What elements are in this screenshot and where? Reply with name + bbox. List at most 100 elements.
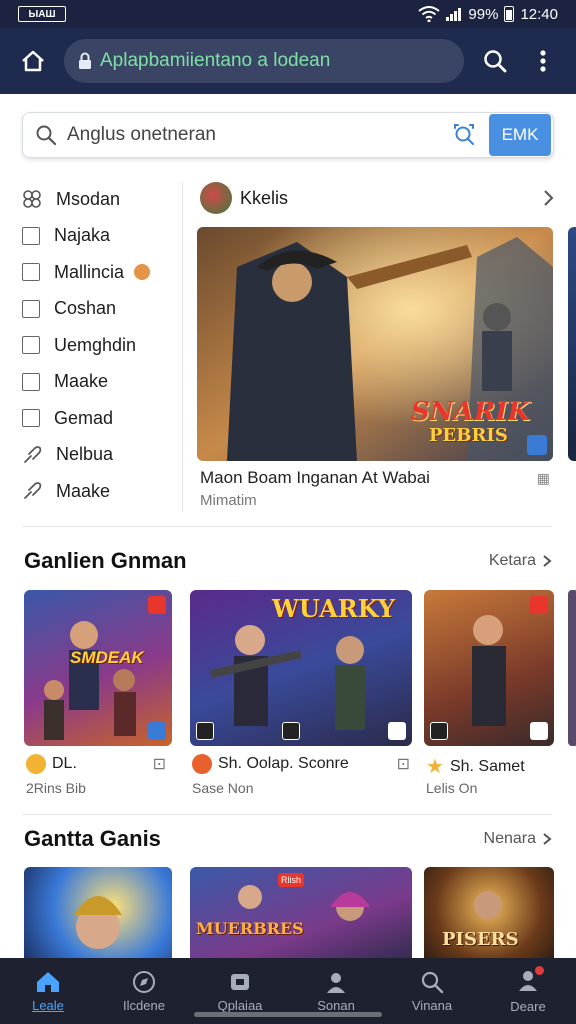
- checkbox-icon[interactable]: [22, 263, 40, 281]
- lock-icon: [79, 52, 91, 69]
- compass-icon: [133, 970, 155, 993]
- checkbox-icon[interactable]: [22, 409, 40, 427]
- main-content: EMK Msodan Najaka Mallincia Coshan Uemgh…: [0, 94, 576, 958]
- grid-icon[interactable]: ▦: [537, 470, 550, 487]
- card-art-text: SMDEAK: [70, 648, 144, 667]
- home-icon: [37, 971, 59, 992]
- checkbox-icon[interactable]: [22, 372, 40, 391]
- badge-icon: [134, 264, 151, 280]
- menu-item-2[interactable]: Mallincia: [22, 255, 182, 289]
- menu-item-8[interactable]: Maake: [22, 474, 182, 508]
- card-sub: Lelis On: [426, 780, 478, 796]
- menu-item-0[interactable]: Msodan: [22, 182, 182, 216]
- game-card[interactable]: WUARKY: [190, 590, 412, 746]
- star-icon: ★: [426, 756, 444, 778]
- badge-icon: [148, 596, 166, 614]
- bookmark-icon[interactable]: ⊡: [153, 754, 166, 774]
- controller-icon: [196, 722, 214, 740]
- menu-item-label: Gemad: [54, 407, 114, 428]
- menu-item-label: Najaka: [54, 225, 111, 245]
- battery-percent: 99%: [468, 5, 499, 23]
- search-input[interactable]: [57, 124, 447, 146]
- fire-icon: [192, 754, 212, 774]
- featured-art-subtitle: PEBRIS: [429, 425, 508, 446]
- divider: [22, 526, 552, 527]
- menu-item-3[interactable]: Coshan: [22, 292, 182, 326]
- share-icon[interactable]: [388, 722, 406, 740]
- search-submit-button[interactable]: EMK: [489, 114, 551, 156]
- nav-item-discover[interactable]: Ilcdene: [96, 958, 192, 1024]
- checkbox-icon[interactable]: [22, 226, 40, 245]
- status-time: 12:40: [520, 5, 558, 23]
- home-indicator[interactable]: [194, 1012, 382, 1017]
- game-card[interactable]: SMDEAK: [24, 590, 172, 746]
- share-icon[interactable]: [530, 722, 548, 740]
- next-featured-peek[interactable]: [568, 227, 576, 461]
- menu-item-1[interactable]: Najaka: [22, 219, 182, 253]
- section-header-1: Ganlien Gnman Ketara: [24, 546, 552, 576]
- section-more-link[interactable]: Ketara: [489, 552, 552, 570]
- menu-item-label: Mallincia: [54, 261, 125, 282]
- share-icon[interactable]: [527, 435, 547, 455]
- link-icon: [24, 482, 42, 499]
- link-icon: [24, 445, 42, 463]
- checkbox-icon[interactable]: [22, 336, 40, 354]
- category-menu: Msodan Najaka Mallincia Coshan Uemghdin …: [22, 182, 182, 511]
- menu-item-4[interactable]: Uemghdin: [22, 328, 182, 362]
- card-meta: DL. ⊡: [26, 754, 166, 774]
- battery-icon: [504, 6, 515, 22]
- play-icon: [282, 722, 300, 740]
- channel-name: Kkelis: [240, 187, 289, 208]
- menu-item-label: Nelbua: [56, 444, 114, 464]
- menu-item-label: Coshan: [54, 298, 117, 318]
- menu-item-5[interactable]: Maake: [22, 365, 182, 399]
- game-card[interactable]: [24, 867, 172, 958]
- share-icon[interactable]: [148, 722, 166, 740]
- home-button[interactable]: [16, 44, 50, 78]
- card-sub: 2Rins Bib: [26, 780, 86, 796]
- menu-item-label: Uemghdin: [54, 334, 137, 355]
- card-art-text: WUARKY: [272, 594, 396, 623]
- search-icon: [421, 971, 444, 993]
- chevron-right-icon: [543, 555, 552, 567]
- game-card[interactable]: MUERBRES Rlish: [190, 867, 412, 958]
- nav-item-search[interactable]: Vinana: [384, 958, 480, 1024]
- game-card[interactable]: PISERS: [424, 867, 554, 958]
- game-controller-icon: [231, 973, 249, 990]
- user-icon: [327, 972, 345, 993]
- card-meta: Sh. Oolap. Sconre ⊡: [192, 754, 410, 774]
- chevron-right-icon: [543, 833, 552, 845]
- game-card[interactable]: [424, 590, 554, 746]
- checkbox-icon[interactable]: [22, 299, 40, 318]
- home-icon: [22, 50, 44, 72]
- bookmark-icon[interactable]: ⊡: [397, 754, 410, 774]
- search-toolbar-button[interactable]: [478, 44, 512, 78]
- more-vertical-icon: [540, 50, 546, 72]
- featured-art-title: SNARIK: [411, 397, 531, 427]
- section-more-link[interactable]: Nenara: [484, 830, 552, 848]
- featured-title[interactable]: Maon Boam Inganan At Wabai ▦: [200, 468, 550, 488]
- menu-item-label: Maake: [54, 371, 109, 391]
- more-menu-button[interactable]: [526, 44, 560, 78]
- section-title: Gantta Ganis: [24, 826, 161, 851]
- crown-icon: [26, 754, 46, 774]
- badge-icon: [530, 596, 548, 614]
- featured-image[interactable]: SNARIK PEBRIS: [197, 227, 553, 461]
- next-card-peek[interactable]: [568, 590, 576, 746]
- url-bar[interactable]: Aplapbamiientano a lodean: [64, 39, 464, 83]
- divider: [22, 814, 552, 815]
- scan-button[interactable]: [447, 118, 481, 152]
- menu-item-6[interactable]: Gemad: [22, 401, 182, 435]
- card-meta: ★ Sh. Samet: [426, 756, 525, 778]
- menu-item-7[interactable]: Nelbua: [22, 438, 182, 472]
- card-sub: Sase Non: [192, 780, 254, 796]
- nav-item-home[interactable]: Leale: [0, 958, 96, 1024]
- featured-header[interactable]: Kkelis: [200, 180, 554, 216]
- wifi-icon: [418, 6, 441, 22]
- section-header-2: Gantta Ganis Nenara: [24, 824, 552, 854]
- status-bar: ЫАШ 99% 12:40: [0, 0, 576, 28]
- controller-icon: [430, 722, 448, 740]
- scan-search-icon: [454, 124, 474, 145]
- nav-item-account[interactable]: Deare: [480, 958, 576, 1024]
- chevron-right-icon: [544, 190, 554, 206]
